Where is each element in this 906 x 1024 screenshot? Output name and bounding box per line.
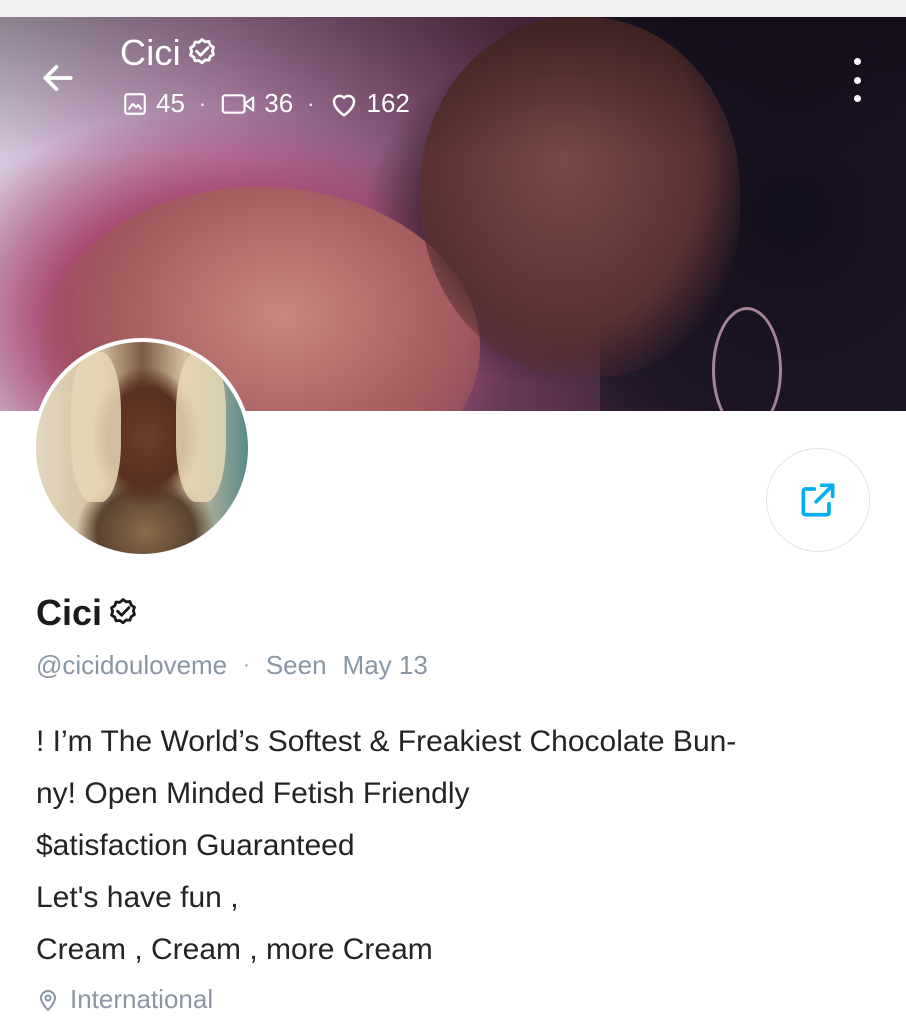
image-icon <box>124 92 146 115</box>
photos-count[interactable]: 45 <box>122 88 185 119</box>
likes-count-label: 162 <box>366 88 410 118</box>
stats-separator: · <box>198 90 207 116</box>
avatar-hair-left <box>71 352 121 502</box>
bio-line: ny! Open Minded Fetish Friendly <box>36 777 470 810</box>
avatar[interactable] <box>32 338 252 558</box>
bio-line: $atisfaction Guaranteed <box>36 829 355 862</box>
back-button[interactable] <box>36 56 80 100</box>
more-vertical-icon-dot <box>853 95 861 102</box>
profile-meta: @cicidouloveme · Seen May 13 <box>36 650 428 681</box>
likes-count[interactable]: 162 <box>329 88 410 119</box>
seen-date: May 13 <box>342 650 428 680</box>
location-pin-icon <box>40 989 56 1011</box>
share-icon <box>801 483 835 517</box>
bio-line: ! I’m The World’s Softest & Freakiest Ch… <box>36 725 737 758</box>
video-icon <box>222 93 255 114</box>
profile-handle: @cicidouloveme <box>36 650 228 680</box>
more-options-button[interactable] <box>842 58 872 102</box>
profile-location: International <box>36 984 213 1015</box>
profile-name-label: Cici <box>36 592 103 633</box>
back-arrow-icon <box>43 65 73 91</box>
verified-badge-icon <box>110 598 136 625</box>
status-strip <box>0 0 906 17</box>
videos-count[interactable]: 36 <box>220 88 293 119</box>
profile-bio: ! I’m The World’s Softest & Freakiest Ch… <box>36 716 856 976</box>
videos-count-label: 36 <box>264 88 294 118</box>
more-vertical-icon <box>853 58 861 65</box>
header-name-label: Cici <box>120 32 181 73</box>
meta-separator: · <box>243 654 250 676</box>
header-stats: 45 · 36 · 162 <box>122 88 410 119</box>
stats-separator: · <box>307 90 315 116</box>
header-title: Cici <box>120 32 219 74</box>
profile-name: Cici <box>36 592 140 634</box>
seen-label: Seen <box>265 650 327 680</box>
more-vertical-icon-dot <box>853 76 861 84</box>
verified-badge-icon <box>188 38 215 65</box>
bio-line: Cream , Cream , more Cream <box>36 933 433 966</box>
bio-line: Let's have fun , <box>36 881 239 914</box>
avatar-hair-right <box>176 352 226 502</box>
share-button[interactable] <box>766 448 870 552</box>
heart-icon <box>332 94 355 116</box>
photos-count-label: 45 <box>156 88 185 118</box>
location-label: International <box>70 984 214 1014</box>
